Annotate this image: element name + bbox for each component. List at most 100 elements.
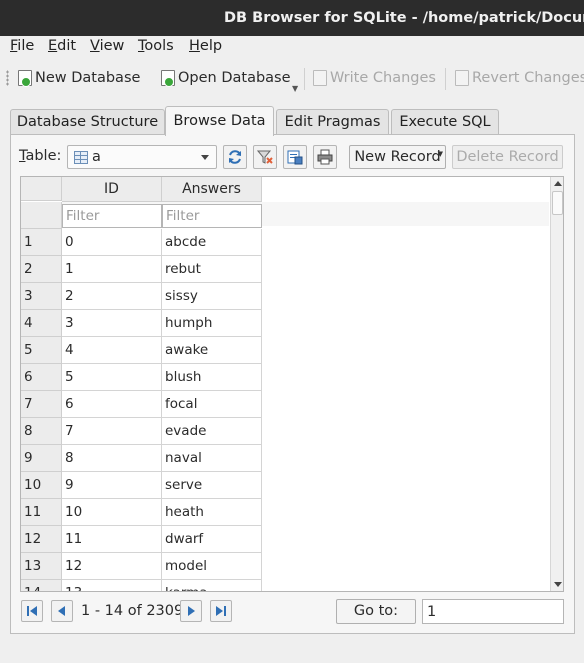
row-number[interactable]: 1 <box>21 229 62 256</box>
table-row[interactable]: 12 11 dwarf <box>21 526 262 553</box>
cell-id[interactable]: 3 <box>62 310 162 337</box>
row-number[interactable]: 14 <box>21 580 62 591</box>
cell-id[interactable]: 10 <box>62 499 162 526</box>
scrollbar-thumb[interactable] <box>552 191 563 215</box>
revert-changes-button[interactable]: Revert Changes <box>455 68 584 88</box>
cell-id[interactable]: 4 <box>62 337 162 364</box>
cell-id[interactable]: 8 <box>62 445 162 472</box>
table-row[interactable]: 1 0 abcde <box>21 229 262 256</box>
table-row[interactable]: 2 1 rebut <box>21 256 262 283</box>
toolbar-separator <box>304 68 305 90</box>
filter-input-id[interactable] <box>62 204 162 228</box>
delete-record-button[interactable]: Delete Record <box>452 145 563 169</box>
save-view-button[interactable] <box>283 145 307 169</box>
main-toolbar: New Database Open Database ▼ Write Chang… <box>0 60 584 96</box>
column-header-answers[interactable]: Answers <box>162 177 262 202</box>
cell-id[interactable]: 1 <box>62 256 162 283</box>
row-number[interactable]: 12 <box>21 526 62 553</box>
tab-execute-sql[interactable]: Execute SQL <box>391 109 499 135</box>
table-row[interactable]: 9 8 naval <box>21 445 262 472</box>
table-select[interactable]: a <box>67 145 217 169</box>
new-record-button[interactable]: New Record ▼ <box>349 145 446 169</box>
cell-id[interactable]: 5 <box>62 364 162 391</box>
tab-edit-pragmas[interactable]: Edit Pragmas <box>276 109 389 135</box>
table-row[interactable]: 3 2 sissy <box>21 283 262 310</box>
table-row[interactable]: 11 10 heath <box>21 499 262 526</box>
table-row[interactable]: 6 5 blush <box>21 364 262 391</box>
column-header-id[interactable]: ID <box>62 177 162 202</box>
row-number[interactable]: 7 <box>21 391 62 418</box>
open-database-button[interactable]: Open Database <box>161 68 291 88</box>
cell-answers[interactable]: karma <box>162 580 262 591</box>
new-database-button[interactable]: New Database <box>18 68 140 88</box>
scroll-up-icon[interactable] <box>554 181 562 186</box>
chevron-down-icon <box>201 155 209 160</box>
goto-input[interactable] <box>422 599 564 624</box>
row-number[interactable]: 6 <box>21 364 62 391</box>
cell-id[interactable]: 9 <box>62 472 162 499</box>
table-row[interactable]: 13 12 model <box>21 553 262 580</box>
row-number[interactable]: 4 <box>21 310 62 337</box>
goto-button[interactable]: Go to: <box>336 599 416 624</box>
menu-help[interactable]: Help <box>189 38 222 54</box>
refresh-button[interactable] <box>223 145 247 169</box>
cell-id[interactable]: 0 <box>62 229 162 256</box>
cell-id[interactable]: 11 <box>62 526 162 553</box>
cell-answers[interactable]: serve <box>162 472 262 499</box>
menu-bar: File Edit View Tools Help <box>0 36 584 58</box>
table-icon <box>74 150 88 164</box>
cell-answers[interactable]: humph <box>162 310 262 337</box>
previous-page-button[interactable] <box>51 600 73 622</box>
cell-answers[interactable]: model <box>162 553 262 580</box>
table-row[interactable]: 7 6 focal <box>21 391 262 418</box>
cell-answers[interactable]: focal <box>162 391 262 418</box>
menu-tools[interactable]: Tools <box>138 38 174 54</box>
grid-corner[interactable] <box>21 177 62 201</box>
cell-answers[interactable]: sissy <box>162 283 262 310</box>
tab-browse-data[interactable]: Browse Data <box>165 106 274 136</box>
cell-answers[interactable]: rebut <box>162 256 262 283</box>
row-number[interactable]: 8 <box>21 418 62 445</box>
row-number[interactable]: 11 <box>21 499 62 526</box>
next-page-button[interactable] <box>180 600 202 622</box>
menu-file[interactable]: File <box>10 38 34 54</box>
row-number[interactable]: 2 <box>21 256 62 283</box>
record-range: 1 - 14 of 2309 <box>81 603 184 619</box>
scroll-down-icon[interactable] <box>554 582 562 587</box>
tab-database-structure[interactable]: Database Structure <box>10 109 165 135</box>
table-row[interactable]: 10 9 serve <box>21 472 262 499</box>
row-number[interactable]: 5 <box>21 337 62 364</box>
cell-id[interactable]: 2 <box>62 283 162 310</box>
cell-id[interactable]: 13 <box>62 580 162 591</box>
row-number[interactable]: 3 <box>21 283 62 310</box>
cell-id[interactable]: 6 <box>62 391 162 418</box>
cell-answers[interactable]: dwarf <box>162 526 262 553</box>
data-grid: ID Answers 10abcde21rebut32sissy43humph5… <box>20 176 564 592</box>
row-number[interactable]: 9 <box>21 445 62 472</box>
table-row[interactable]: 8 7 evade <box>21 418 262 445</box>
row-number[interactable]: 10 <box>21 472 62 499</box>
filter-input-answers[interactable] <box>162 204 262 228</box>
open-database-dropdown-icon[interactable]: ▼ <box>292 84 298 93</box>
menu-edit[interactable]: Edit <box>48 38 76 54</box>
cell-answers[interactable]: naval <box>162 445 262 472</box>
table-row[interactable]: 4 3 humph <box>21 310 262 337</box>
last-page-button[interactable] <box>210 600 232 622</box>
cell-id[interactable]: 7 <box>62 418 162 445</box>
cell-answers[interactable]: evade <box>162 418 262 445</box>
cell-id[interactable]: 12 <box>62 553 162 580</box>
print-button[interactable] <box>313 145 337 169</box>
clear-filters-button[interactable] <box>253 145 277 169</box>
cell-answers[interactable]: abcde <box>162 229 262 256</box>
table-row[interactable]: 5 4 awake <box>21 337 262 364</box>
menu-view[interactable]: View <box>90 38 124 54</box>
toolbar-grip[interactable] <box>6 70 9 86</box>
row-number[interactable]: 13 <box>21 553 62 580</box>
cell-answers[interactable]: heath <box>162 499 262 526</box>
cell-answers[interactable]: blush <box>162 364 262 391</box>
vertical-scrollbar[interactable] <box>550 177 563 591</box>
write-changes-button[interactable]: Write Changes <box>313 68 436 88</box>
table-row[interactable]: 1413karma <box>21 580 262 591</box>
first-page-button[interactable] <box>21 600 43 622</box>
cell-answers[interactable]: awake <box>162 337 262 364</box>
